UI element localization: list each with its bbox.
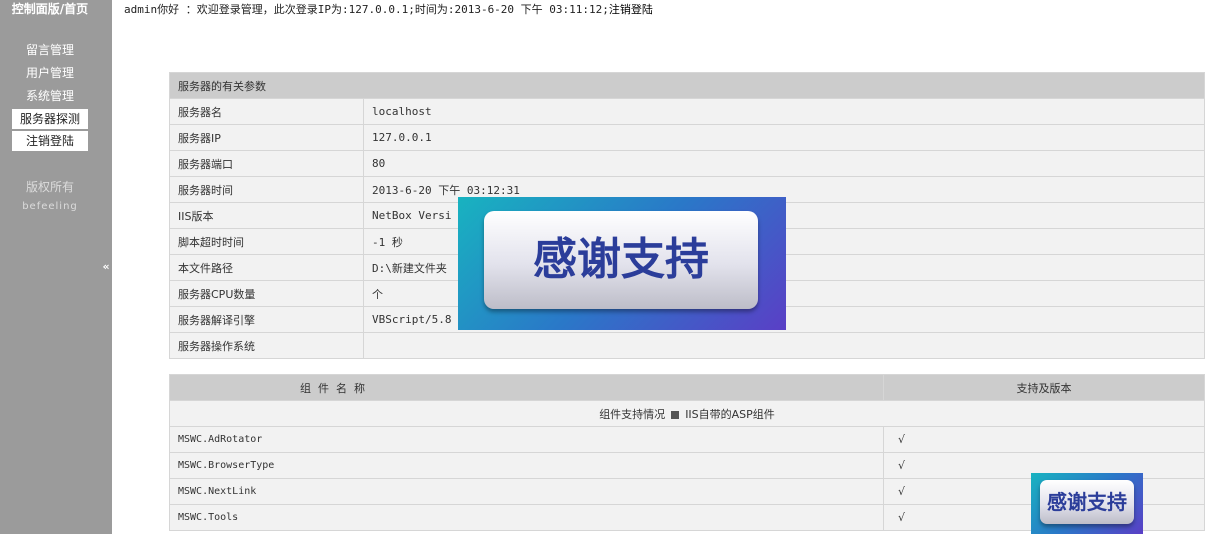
row-label: 脚本超时时间 xyxy=(169,228,364,255)
server-table-header: 服务器的有关参数 xyxy=(169,72,1205,99)
row-label: 服务器名 xyxy=(169,98,364,125)
sidebar-item-server-probe[interactable]: 服务器探测 xyxy=(12,109,88,129)
logout-link[interactable]: 注销登陆 xyxy=(609,3,653,16)
sidebar: 控制面版/首页 留言管理 用户管理 系统管理 服务器探测 注销登陆 版权所有 b… xyxy=(0,0,112,534)
author-label: befeeling xyxy=(22,201,78,212)
sidebar-copyright: 版权所有 befeeling xyxy=(0,178,100,212)
sidebar-title[interactable]: 控制面版/首页 xyxy=(0,0,100,20)
row-label: IIS版本 xyxy=(169,202,364,229)
checkmark-icon: √ xyxy=(883,426,1205,453)
row-value: 127.0.0.1 xyxy=(363,124,1205,151)
table-row: 服务器操作系统 xyxy=(169,332,1205,359)
row-label: 服务器IP xyxy=(169,124,364,151)
row-label: 服务器解译引擎 xyxy=(169,306,364,333)
thanks-badge-text: 感谢支持 xyxy=(1040,480,1134,524)
table-row: 服务器名 localhost xyxy=(169,98,1205,125)
row-label: 本文件路径 xyxy=(169,254,364,281)
copyright-label: 版权所有 xyxy=(25,180,74,194)
component-name: MSWC.BrowserType xyxy=(169,452,884,479)
table-row: 服务器IP 127.0.0.1 xyxy=(169,124,1205,151)
row-value xyxy=(363,332,1205,359)
component-name: MSWC.AdRotator xyxy=(169,426,884,453)
collapse-sidebar-icon[interactable]: « xyxy=(100,260,112,274)
subheader-right: IIS自带的ASP组件 xyxy=(685,407,775,421)
row-label: 服务器时间 xyxy=(169,176,364,203)
subheader-left: 组件支持情况 xyxy=(599,407,666,421)
component-name: MSWC.Tools xyxy=(169,504,884,531)
welcome-bar: admin你好 ：欢迎登录管理，此次登录IP为:127.0.0.1;时间为:20… xyxy=(124,1,653,17)
support-version-header: 支持及版本 xyxy=(883,374,1205,401)
sidebar-item-system[interactable]: 系统管理 xyxy=(12,86,88,107)
thanks-badge-text: 感谢支持 xyxy=(484,211,758,309)
thanks-badge-large: 感谢支持 xyxy=(458,197,786,330)
table-row: MSWC.AdRotator √ xyxy=(169,426,1205,453)
row-label: 服务器操作系统 xyxy=(169,332,364,359)
row-value: 80 xyxy=(363,150,1205,177)
sidebar-menu: 留言管理 用户管理 系统管理 服务器探测 注销登陆 xyxy=(12,40,88,153)
row-value: localhost xyxy=(363,98,1205,125)
square-bullet-icon xyxy=(671,410,680,419)
component-name-header: 组件名称 xyxy=(169,374,884,401)
welcome-text: admin你好 ：欢迎登录管理，此次登录IP为:127.0.0.1;时间为:20… xyxy=(124,3,609,16)
sidebar-item-messages[interactable]: 留言管理 xyxy=(12,40,88,61)
sidebar-item-logout[interactable]: 注销登陆 xyxy=(12,131,88,151)
table-row: 服务器端口 80 xyxy=(169,150,1205,177)
row-label: 服务器CPU数量 xyxy=(169,280,364,307)
component-subheader: 组件支持情况 IIS自带的ASP组件 xyxy=(169,400,1205,427)
row-label: 服务器端口 xyxy=(169,150,364,177)
thanks-badge-small: 感谢支持 xyxy=(1031,473,1143,534)
component-name: MSWC.NextLink xyxy=(169,478,884,505)
sidebar-item-users[interactable]: 用户管理 xyxy=(12,63,88,84)
